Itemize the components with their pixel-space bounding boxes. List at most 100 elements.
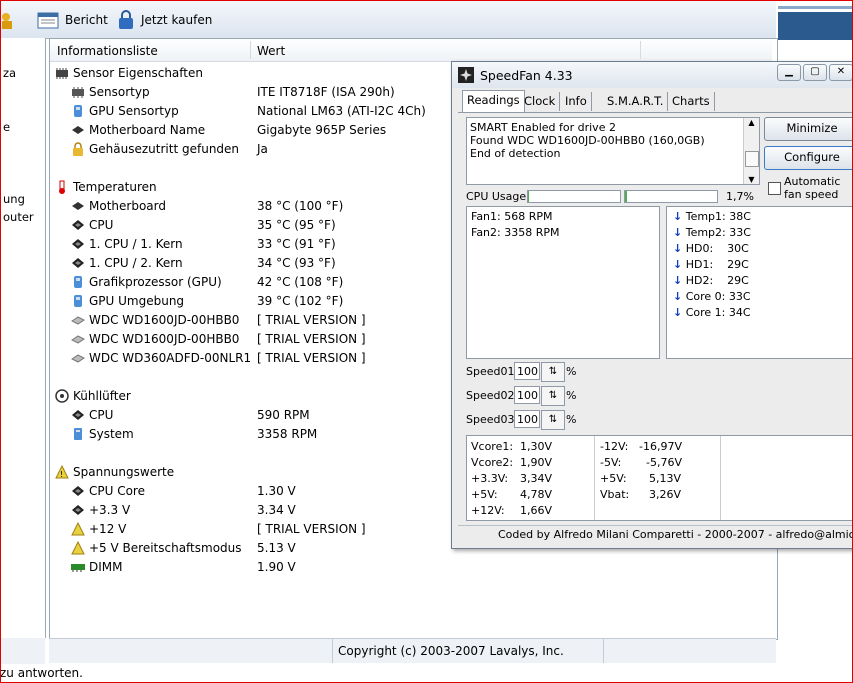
row-value: 3358 RPM: [257, 427, 318, 441]
row-value: 33 °C (91 °F): [257, 237, 336, 251]
row-value: [ TRIAL VERSION ]: [257, 522, 366, 536]
row-label: Sensortyp: [89, 85, 150, 99]
row-value: 1.30 V: [257, 484, 296, 498]
minimize-button[interactable]: Minimize: [764, 117, 853, 141]
buy-now-button[interactable]: Jetzt kaufen: [117, 9, 212, 31]
temp-name: Temp1:: [685, 210, 726, 223]
section-title: Temperaturen: [73, 180, 157, 194]
speedfan-titlebar[interactable]: SpeedFan 4.33 ▁ ▢ ✕: [452, 62, 853, 88]
configure-button[interactable]: Configure: [764, 146, 853, 170]
voltage-value: 3,34V: [520, 472, 553, 485]
toolbar: Bericht Jetzt kaufen: [1, 1, 776, 39]
tab-clock[interactable]: Clock: [520, 92, 561, 111]
voltage-name: Vcore2:: [471, 456, 514, 469]
column-header-value[interactable]: Wert: [257, 44, 285, 58]
section-title: Spannungswerte: [73, 465, 175, 479]
lock-icon: [119, 10, 133, 29]
row-value: 38 °C (100 °F): [257, 199, 344, 213]
column-header: Informationsliste Wert: [50, 39, 772, 62]
down-arrow-icon: ↓: [673, 306, 683, 319]
speedfan-title: SpeedFan 4.33: [480, 68, 573, 83]
speedfan-app-icon: [458, 67, 474, 83]
warning-voltage-icon: [71, 541, 85, 555]
users-icon[interactable]: [1, 9, 15, 31]
hard-disk-icon: [71, 316, 85, 325]
tab-charts[interactable]: Charts: [668, 92, 715, 111]
cpu-usage-bar-core1: [527, 190, 621, 203]
voltage-name: -12V:: [600, 440, 629, 453]
temp-name: Temp2:: [685, 226, 726, 239]
row-value: [ TRIAL VERSION ]: [257, 313, 366, 327]
row-label: Gehäusezutritt gefunden: [89, 142, 240, 156]
motherboard-icon: [72, 202, 84, 210]
maximize-window-button[interactable]: ▢: [803, 64, 827, 81]
temp-value: 34C: [728, 306, 751, 319]
lock-icon: [73, 142, 83, 156]
column-header-info[interactable]: Informationsliste: [57, 44, 158, 58]
speed02-input[interactable]: 100: [514, 386, 540, 404]
cpu-icon: [72, 258, 84, 268]
speed03-input[interactable]: 100: [514, 410, 540, 428]
tab-info[interactable]: Info: [561, 92, 592, 111]
down-arrow-icon: ↓: [673, 242, 683, 255]
report-button[interactable]: Bericht: [37, 9, 108, 31]
minimize-window-button[interactable]: ▁: [777, 64, 801, 81]
copyright-text: Copyright (c) 2003-2007 Lavalys, Inc.: [338, 644, 564, 658]
log-line: SMART Enabled for drive 2: [470, 121, 616, 134]
row-label: Motherboard: [89, 199, 166, 213]
fan-icon: [55, 389, 69, 403]
tab-readings[interactable]: Readings: [462, 90, 525, 113]
speed-unit: %: [566, 389, 577, 402]
tab-smart[interactable]: S.M.A.R.T.: [603, 92, 669, 111]
voltage-value: -5,76V: [646, 456, 682, 469]
log-line: Found WDC WD1600JD-00HBB0 (160,0GB): [470, 134, 705, 147]
voltage-name: Vbat:: [600, 488, 630, 501]
row-value: 42 °C (108 °F): [257, 275, 344, 289]
row-label: +5 V Bereitschaftsmodus: [89, 541, 242, 555]
temperatures-panel: ↓ Temp1: 38C ↓ Temp2: 33C ↓ HD0: 30C ↓ H…: [666, 206, 853, 359]
voltage-value: 1,90V: [520, 456, 553, 469]
log-scrollbar[interactable]: ▲ ▼: [743, 118, 759, 184]
close-window-button[interactable]: ✕: [829, 64, 853, 81]
credits-text: Coded by Alfredo Milani Comparetti - 200…: [498, 528, 853, 541]
row-value: 35 °C (95 °F): [257, 218, 336, 232]
speed02-spinner[interactable]: ⇅: [541, 386, 565, 406]
left-fragment: ung: [3, 192, 25, 206]
voltages-panel: Vcore1: 1,30V Vcore2: 1,90V +3.3V: 3,34V +5…: [466, 435, 853, 521]
row-label: GPU Umgebung: [89, 294, 185, 308]
down-arrow-icon: ↓: [673, 290, 683, 303]
svg-text:!: !: [60, 470, 63, 479]
log-line: End of detection: [470, 147, 561, 160]
row-label: System: [89, 427, 134, 441]
voltage-value: 4,78V: [520, 488, 553, 501]
automatic-fan-speed-checkbox[interactable]: [768, 182, 781, 195]
row-value: [ TRIAL VERSION ]: [257, 332, 366, 346]
status-cell: Copyright (c) 2003-2007 Lavalys, Inc.: [332, 639, 604, 663]
speed01-spinner[interactable]: ⇅: [541, 362, 565, 382]
voltage-name: +12V:: [471, 504, 505, 517]
motherboard-icon: [72, 126, 84, 134]
hard-disk-icon: [71, 335, 85, 344]
down-arrow-icon: ↓: [673, 258, 683, 271]
detection-log[interactable]: SMART Enabled for drive 2 Found WDC WD16…: [466, 117, 760, 185]
speed03-spinner[interactable]: ⇅: [541, 410, 565, 430]
speed01-input[interactable]: 100: [514, 362, 540, 380]
background-text: zu antworten.: [0, 666, 83, 680]
voltage-value: 1,30V: [520, 440, 553, 453]
row-value: 5.13 V: [257, 541, 296, 555]
left-fragment: outer: [3, 210, 34, 224]
row-label: Grafikprozessor (GPU): [89, 275, 222, 289]
warning-voltage-icon: !: [55, 465, 69, 479]
speed-label: Speed03:: [466, 413, 519, 426]
temp-name: Core 0:: [685, 290, 726, 303]
gpu-icon: [74, 276, 82, 288]
memory-module-icon: [71, 564, 85, 572]
voltage-name: Vcore1:: [471, 440, 514, 453]
report-icon: [37, 12, 59, 29]
table-row[interactable]: DIMM 1.90 V: [50, 558, 770, 577]
cpu-icon: [72, 486, 84, 496]
row-value: ITE IT8718F (ISA 290h): [257, 85, 395, 99]
status-bar: Copyright (c) 2003-2007 Lavalys, Inc.: [49, 638, 776, 663]
chip-icon: [72, 87, 84, 98]
buy-now-label: Jetzt kaufen: [141, 13, 213, 27]
